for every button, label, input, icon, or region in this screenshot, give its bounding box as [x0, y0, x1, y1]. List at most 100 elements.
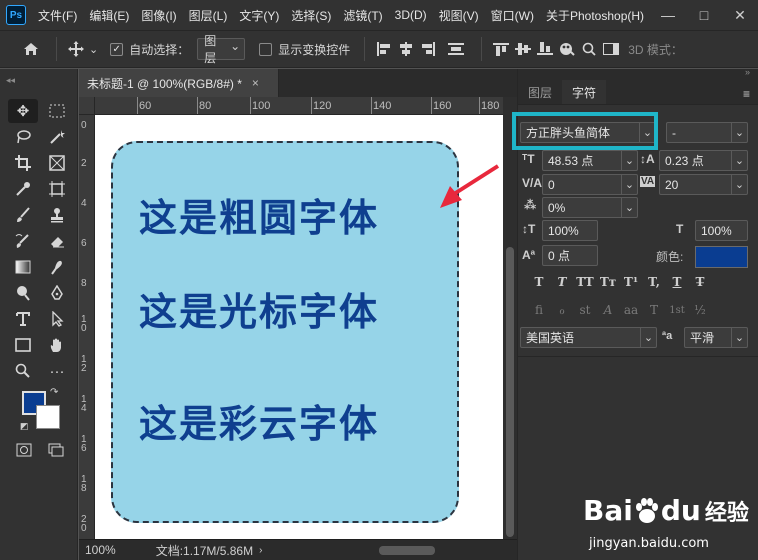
- background-color-swatch[interactable]: [36, 405, 60, 429]
- vertical-scrollbar-thumb[interactable]: [506, 247, 514, 537]
- close-window-button[interactable]: ✕: [722, 0, 758, 30]
- tab-layers[interactable]: 图层: [518, 80, 562, 104]
- home-icon[interactable]: [20, 38, 42, 60]
- frame-tool-icon[interactable]: [42, 151, 72, 175]
- quick-mask-icon[interactable]: [16, 443, 32, 460]
- menu-type[interactable]: 文字(Y): [233, 7, 285, 24]
- menu-edit[interactable]: 编辑(E): [83, 7, 135, 24]
- language-field[interactable]: 美国英语 ⌄: [520, 327, 657, 348]
- collapse-panel-icon[interactable]: »: [745, 67, 750, 77]
- tsume-field[interactable]: 0% ⌄: [542, 197, 638, 218]
- auto-select-dropdown[interactable]: 图层: [197, 34, 246, 65]
- superscript-button[interactable]: T¹: [620, 272, 642, 292]
- move-tool-icon[interactable]: [65, 38, 87, 60]
- gradient-tool-icon[interactable]: [8, 255, 38, 279]
- align-center-h-icon[interactable]: [395, 38, 417, 60]
- chevron-down-icon[interactable]: ⌄: [89, 43, 98, 56]
- menu-select[interactable]: 选择(S): [285, 7, 337, 24]
- smudge-tool-icon[interactable]: [42, 255, 72, 279]
- frame-3d-icon[interactable]: [42, 177, 72, 201]
- chevron-down-icon[interactable]: ⌄: [731, 328, 747, 347]
- chevron-down-icon[interactable]: ⌄: [731, 175, 747, 194]
- pen-tool-icon[interactable]: [42, 281, 72, 305]
- ligatures-button[interactable]: fi: [528, 300, 550, 320]
- align-top-icon[interactable]: [490, 38, 512, 60]
- canvas-text-layer-2[interactable]: 这是光标字体: [139, 281, 379, 336]
- faux-italic-button[interactable]: T: [551, 272, 573, 292]
- minimize-button[interactable]: —: [650, 0, 686, 30]
- antialias-field[interactable]: 平滑 ⌄: [684, 327, 748, 348]
- subscript-button[interactable]: T,: [643, 272, 665, 292]
- panel-menu-icon[interactable]: ≡: [743, 87, 750, 101]
- brush-tool-icon[interactable]: [8, 203, 38, 227]
- close-tab-icon[interactable]: ×: [252, 76, 259, 90]
- ordinals-button[interactable]: 1st: [666, 300, 688, 320]
- menu-3d[interactable]: 3D(D): [389, 8, 433, 22]
- font-style-field[interactable]: - ⌄: [666, 122, 748, 143]
- chevron-down-icon[interactable]: ⌄: [621, 175, 637, 194]
- alternate-ligatures-button[interactable]: ℴ: [551, 300, 573, 320]
- eraser-tool-icon[interactable]: [42, 229, 72, 253]
- magic-wand-icon[interactable]: [42, 125, 72, 149]
- strikethrough-button[interactable]: T̶: [689, 272, 711, 292]
- collapse-arrows-icon[interactable]: ◂◂: [6, 75, 15, 86]
- zoom-level[interactable]: 100%: [85, 543, 116, 557]
- align-bottom-icon[interactable]: [534, 38, 556, 60]
- zoom-tool-icon[interactable]: [8, 359, 38, 383]
- canvas-text-layer-3[interactable]: 这是彩云字体: [139, 393, 379, 448]
- baseline-shift-field[interactable]: 0 点: [542, 245, 598, 266]
- default-colors-icon[interactable]: ◩: [20, 421, 29, 432]
- stylistic-alternates-button[interactable]: aa: [620, 300, 642, 320]
- menu-image[interactable]: 图像(I): [135, 7, 182, 24]
- align-left-icon[interactable]: [373, 38, 395, 60]
- status-arrow-icon[interactable]: ›: [259, 545, 262, 556]
- rectangle-tool-icon[interactable]: [8, 333, 38, 357]
- chevron-down-icon[interactable]: ⌄: [640, 328, 656, 347]
- type-tool-icon[interactable]: [8, 307, 38, 331]
- move-tool-icon[interactable]: ✥: [8, 99, 38, 123]
- faux-bold-button[interactable]: T: [528, 272, 550, 292]
- chevron-down-icon[interactable]: ⌄: [731, 151, 747, 170]
- kerning-field[interactable]: 0 ⌄: [542, 174, 638, 195]
- eyedropper-icon[interactable]: [8, 177, 38, 201]
- hand-tool-icon[interactable]: [42, 333, 72, 357]
- fractions-button[interactable]: ½: [689, 300, 711, 320]
- tracking-field[interactable]: 20 ⌄: [659, 174, 748, 195]
- all-caps-button[interactable]: TT: [574, 272, 596, 292]
- lasso-tool-icon[interactable]: [8, 125, 38, 149]
- path-selection-icon[interactable]: [42, 307, 72, 331]
- horizontal-scale-field[interactable]: 100%: [695, 220, 748, 241]
- tab-character[interactable]: 字符: [562, 80, 607, 104]
- menu-layer[interactable]: 图层(L): [183, 7, 234, 24]
- history-brush-icon[interactable]: [8, 229, 38, 253]
- align-middle-icon[interactable]: [512, 38, 534, 60]
- small-caps-button[interactable]: Tт: [597, 272, 619, 292]
- chevron-down-icon[interactable]: ⌄: [621, 198, 637, 217]
- search-icon[interactable]: [578, 38, 600, 60]
- distribute-icon[interactable]: [445, 38, 467, 60]
- maximize-button[interactable]: □: [686, 0, 722, 30]
- text-color-swatch[interactable]: [695, 246, 748, 268]
- auto-select-option[interactable]: ✓ 自动选择：: [110, 41, 189, 58]
- screen-mode-icon[interactable]: [48, 443, 64, 460]
- align-right-icon[interactable]: [417, 38, 439, 60]
- font-size-field[interactable]: 48.53 点 ⌄: [542, 150, 638, 171]
- menu-window[interactable]: 窗口(W): [485, 7, 540, 24]
- marquee-tool-icon[interactable]: [42, 99, 72, 123]
- more-tools-icon[interactable]: ···: [42, 359, 72, 383]
- chevron-down-icon[interactable]: ⌄: [621, 151, 637, 170]
- discretionary-ligatures-button[interactable]: st: [574, 300, 596, 320]
- leading-field[interactable]: 0.23 点 ⌄: [659, 150, 748, 171]
- show-transform-option[interactable]: 显示变换控件: [259, 41, 350, 58]
- underline-button[interactable]: T: [666, 272, 688, 292]
- show-transform-checkbox[interactable]: [259, 42, 273, 56]
- titling-alternates-button[interactable]: T: [643, 300, 665, 320]
- document-tab[interactable]: 未标题-1 @ 100%(RGB/8#) * ×: [79, 69, 279, 97]
- stamp-tool-icon[interactable]: [42, 203, 72, 227]
- vertical-scale-field[interactable]: 100%: [542, 220, 598, 241]
- auto-select-checkbox[interactable]: ✓: [110, 42, 124, 56]
- vertical-scrollbar[interactable]: [503, 97, 517, 539]
- menu-file[interactable]: 文件(F): [32, 7, 83, 24]
- swap-colors-icon[interactable]: ↷: [50, 387, 58, 398]
- dodge-tool-icon[interactable]: [8, 281, 38, 305]
